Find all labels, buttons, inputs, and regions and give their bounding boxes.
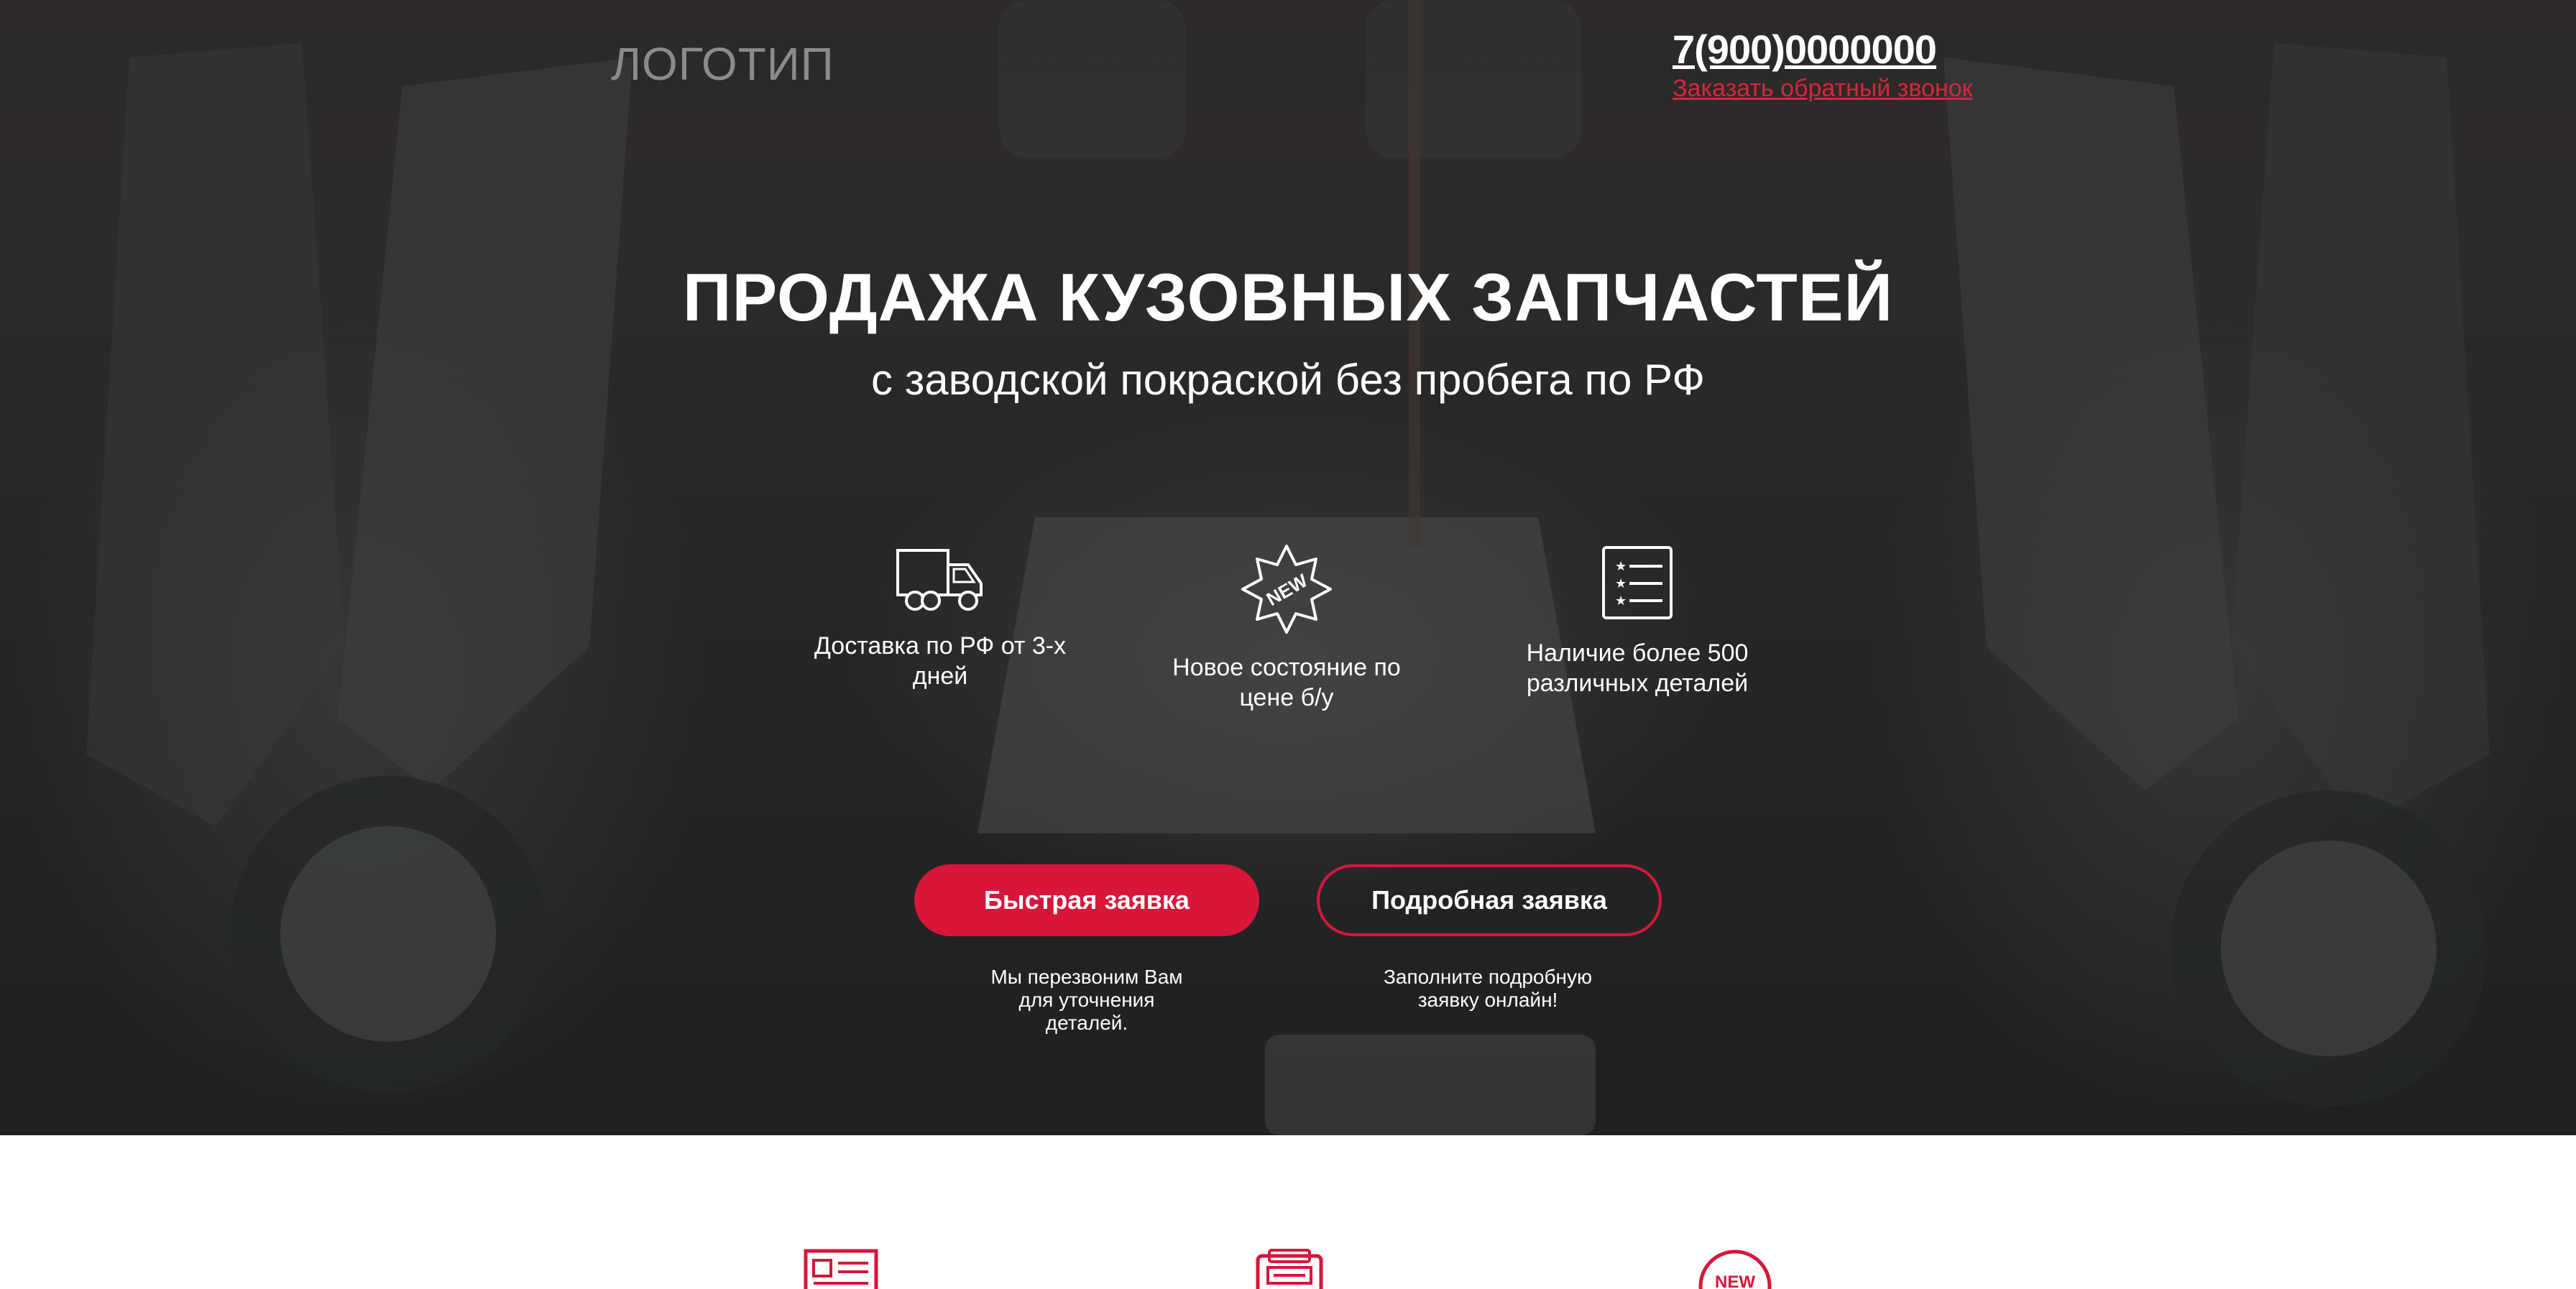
new-badge-icon: NEW — [1698, 1249, 1772, 1289]
detailed-request-note: Заполните подробную заявку онлайн! — [1383, 966, 1592, 1011]
feature-availability: ★ ★ ★ Наличие более 500 различных детале… — [1501, 543, 1774, 698]
benefits-section: NEW — [0, 1135, 2576, 1289]
svg-text:★: ★ — [1615, 559, 1627, 574]
svg-text:★: ★ — [1615, 593, 1627, 609]
svg-text:NEW: NEW — [1263, 569, 1312, 610]
hero-subtitle: с заводской покраской без пробега по РФ — [871, 356, 1705, 404]
feature-delivery: Доставка по РФ от 3-х дней — [804, 543, 1077, 691]
hero-section: ЛОГОТИП 7(900)0000000 Заказать обратный … — [0, 0, 2576, 1135]
phone-number-link[interactable]: 7(900)0000000 — [1673, 26, 1937, 73]
hero-title: ПРОДАЖА КУЗОВНЫХ ЗАПЧАСТЕЙ — [682, 259, 1894, 335]
svg-text:★: ★ — [1615, 576, 1627, 591]
new-badge-text: NEW — [1715, 1272, 1755, 1289]
form-icon — [804, 1249, 878, 1289]
feature-label: Доставка по РФ от 3-х дней — [814, 632, 1067, 690]
quick-request-button[interactable]: Быстрая заявка — [914, 864, 1259, 936]
detailed-request-button[interactable]: Подробная заявка — [1317, 864, 1662, 936]
truck-icon — [896, 549, 983, 611]
feature-label: Наличие более 500 различных деталей — [1526, 639, 1749, 697]
logo[interactable]: ЛОГОТИП — [611, 37, 834, 91]
quick-request-note: Мы перезвоним Вам для уточнения деталей. — [990, 966, 1183, 1034]
callback-link[interactable]: Заказать обратный звонок — [1673, 75, 1973, 103]
feature-new-condition: NEW Новое состояние по цене б/у — [1150, 543, 1423, 713]
feature-label: Новое состояние по цене б/у — [1172, 654, 1401, 711]
new-badge-icon: NEW — [1241, 545, 1332, 634]
checklist-icon: ★ ★ ★ — [1602, 546, 1673, 619]
register-icon — [1256, 1249, 1323, 1289]
